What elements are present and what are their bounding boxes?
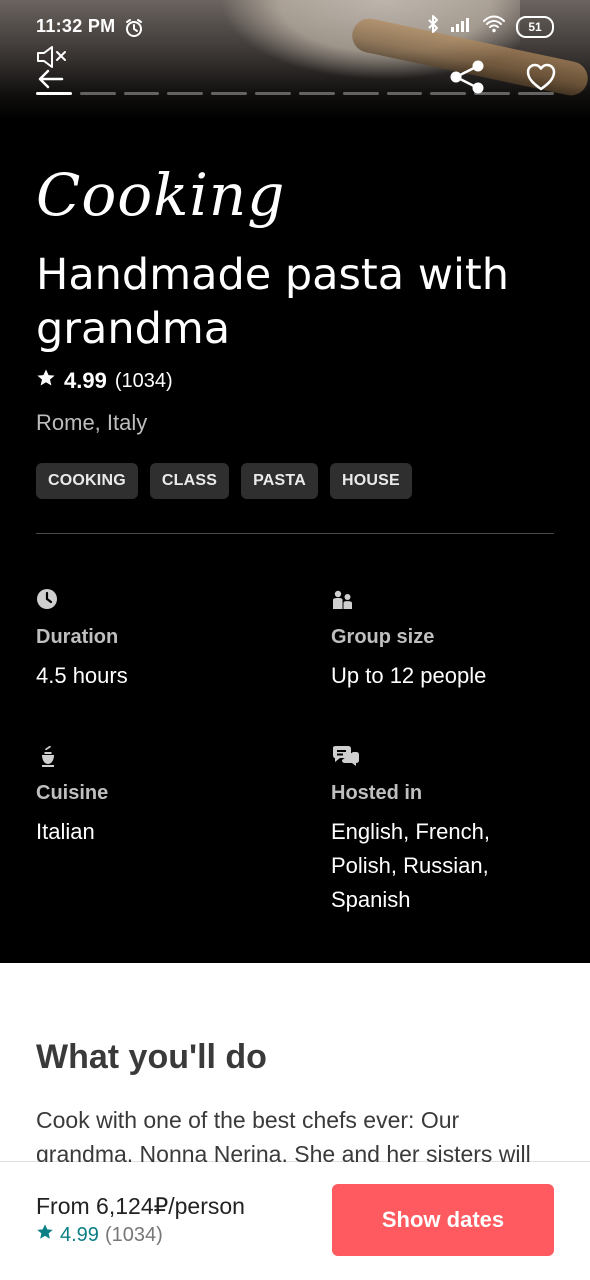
detail-group-size: Group size Up to 12 people [331,588,561,693]
battery-level: 51 [528,19,542,34]
people-icon [331,588,355,612]
language-line: English, French, [331,819,490,844]
bluetooth-icon [426,14,440,39]
star-icon [36,368,56,394]
booking-rating[interactable]: 4.99 (1034) [36,1223,163,1247]
experience-rating[interactable]: 4.99 (1034) [36,368,173,394]
detail-duration: Duration 4.5 hours [36,588,296,693]
what-youll-do-body: Cook with one of the best chefs ever: Ou… [36,1103,556,1171]
hosted-in-label: Hosted in [331,782,423,804]
what-youll-do-title: What you'll do [36,1038,267,1076]
progress-segment [211,92,248,95]
alarm-icon [124,18,144,42]
progress-segment [255,92,291,95]
progress-segment [36,92,72,95]
cuisine-label: Cuisine [36,782,109,804]
cuisine-icon [36,744,60,768]
tag-class: CLASS [149,463,230,499]
tag-pasta: PASTA [241,463,318,499]
group-size-label: Group size [331,626,435,648]
booking-rating-value: 4.99 [60,1223,99,1246]
tag-cooking: COOKING [36,463,138,499]
heart-icon[interactable] [525,62,557,96]
language-line: Spanish [331,887,411,912]
progress-segment [167,92,204,95]
show-dates-button[interactable]: Show dates [332,1184,554,1256]
battery-indicator: 51 [516,15,554,38]
wifi-icon [482,14,506,39]
hosted-in-value: English, French, Polish, Russian, Spanis… [331,815,561,917]
progress-segment [342,92,379,95]
review-count: (1034) [114,369,173,392]
progress-segment [386,92,423,95]
cellular-signal-icon [450,15,472,38]
star-icon [36,1223,54,1247]
body-line: Cook with one of the best chefs ever: Ou… [36,1107,460,1133]
divider [36,533,554,534]
tag-list: COOKING CLASS PASTA HOUSE [36,463,412,499]
status-icons: 51 [426,14,554,39]
progress-segment [123,92,160,95]
chat-bubbles-icon [331,744,359,768]
price: From 6,124₽/person [36,1193,245,1219]
duration-value: 4.5 hours [36,663,128,688]
language-line: Polish, Russian, [331,853,489,878]
cuisine-value: Italian [36,819,95,844]
progress-segment [298,92,335,95]
booking-review-count: (1034) [104,1223,163,1246]
share-icon[interactable] [447,58,487,100]
clock-icon [36,588,60,612]
detail-cuisine: Cuisine Italian [36,744,296,849]
rating-value: 4.99 [64,368,107,393]
duration-label: Duration [36,626,119,648]
progress-segment [79,92,116,95]
location: Rome, Italy [36,410,148,435]
experience-category: Cooking [36,161,286,229]
experience-title: Handmade pasta with grandma [36,250,510,354]
detail-hosted-in: Hosted in English, French, Polish, Russi… [331,744,561,917]
status-time: 11:32 PM [36,16,116,36]
group-size-value: Up to 12 people [331,663,487,688]
tag-house: HOUSE [329,463,412,499]
